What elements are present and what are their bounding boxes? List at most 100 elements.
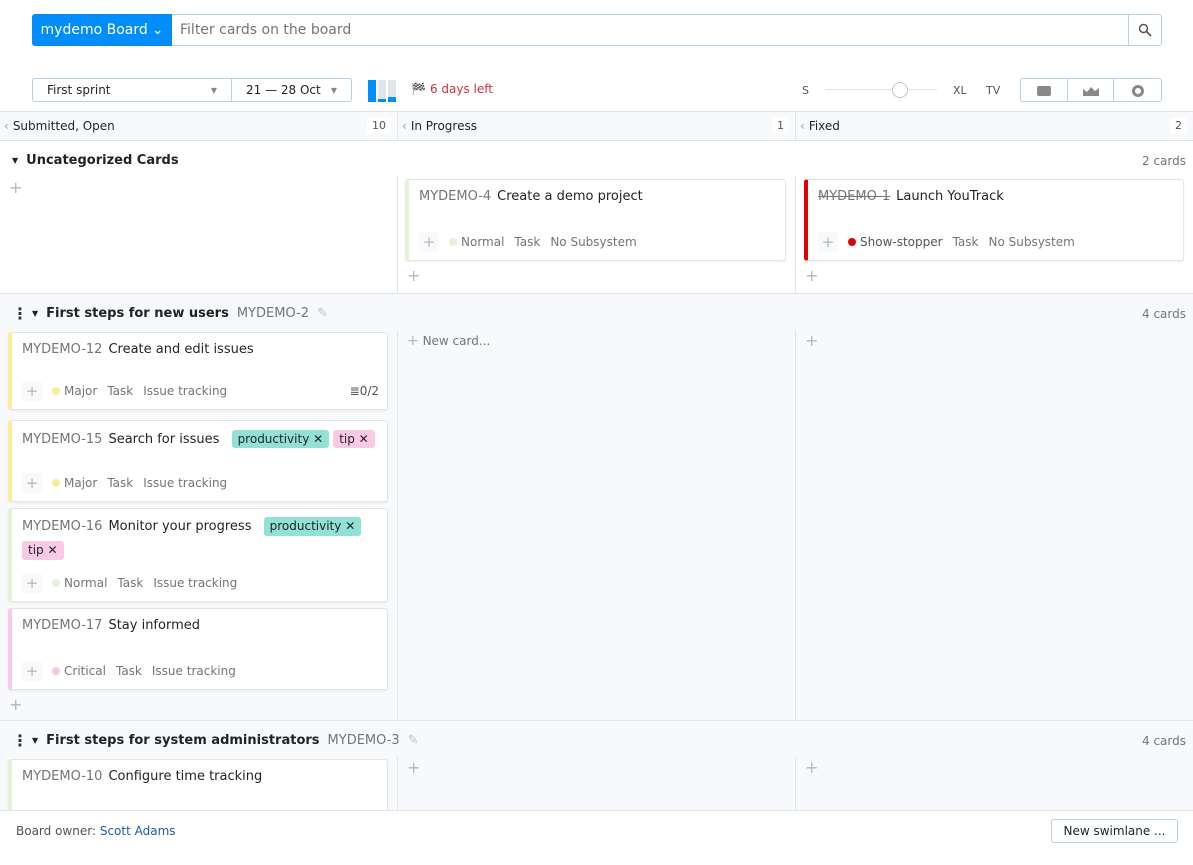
subsystem[interactable]: Issue tracking: [152, 664, 236, 678]
priority[interactable]: Critical: [52, 664, 106, 678]
sprint-dates[interactable]: 21 — 28 Oct ▼: [231, 78, 352, 102]
card-mydemo-15[interactable]: MYDEMO-15 Search for issues productivity …: [8, 420, 388, 502]
add-card-icon[interactable]: +: [9, 178, 22, 197]
card-mydemo-4[interactable]: MYDEMO-4 Create a demo project + Normal Tas…: [405, 179, 786, 261]
column-count: 1: [772, 117, 789, 134]
card-summary[interactable]: Create and edit issues: [108, 342, 253, 357]
board-selector-button[interactable]: mydemo Board ⌄: [32, 14, 172, 46]
new-swimlane-button[interactable]: New swimlane ...: [1051, 819, 1178, 843]
subsystem[interactable]: Issue tracking: [143, 476, 227, 490]
add-card-icon[interactable]: +: [9, 695, 22, 714]
card-summary[interactable]: Monitor your progress: [108, 519, 251, 534]
type[interactable]: Task: [514, 235, 540, 249]
card-id[interactable]: MYDEMO-10: [22, 769, 102, 784]
card-mydemo-17[interactable]: MYDEMO-17 Stay informed + Critical Task Issu…: [8, 608, 388, 690]
new-card-button[interactable]: + New card...: [407, 333, 490, 349]
collapse-left-icon[interactable]: ‹: [4, 119, 9, 133]
add-field-icon[interactable]: +: [22, 661, 42, 681]
tag-productivity[interactable]: productivity ✕: [263, 517, 362, 536]
add-field-icon[interactable]: +: [22, 473, 42, 493]
tag-productivity[interactable]: productivity ✕: [231, 430, 330, 448]
tag-tip[interactable]: tip ✕: [22, 541, 64, 560]
type[interactable]: Task: [116, 664, 142, 678]
add-card-icon[interactable]: +: [805, 758, 818, 777]
subsystem[interactable]: No Subsystem: [988, 235, 1074, 249]
priority-dot-icon: [52, 479, 60, 487]
card-mydemo-12[interactable]: MYDEMO-12 Create and edit issues + Major Ta…: [8, 332, 388, 410]
settings-button[interactable]: [1114, 79, 1161, 101]
priority[interactable]: Normal: [449, 235, 504, 249]
type[interactable]: Task: [953, 235, 979, 249]
card-id[interactable]: MYDEMO-1: [818, 189, 890, 204]
card-size-slider[interactable]: [825, 89, 937, 90]
card-id[interactable]: MYDEMO-16: [22, 519, 102, 534]
close-icon[interactable]: ✕: [313, 432, 323, 446]
caret-down-icon: ▼: [210, 85, 217, 95]
close-icon[interactable]: ✕: [47, 543, 57, 557]
close-icon[interactable]: ✕: [345, 519, 355, 533]
add-field-icon[interactable]: +: [818, 232, 838, 252]
add-field-icon[interactable]: +: [22, 381, 42, 401]
card-summary[interactable]: Search for issues: [108, 432, 219, 447]
chart-button[interactable]: [1068, 79, 1115, 101]
card-summary[interactable]: Create a demo project: [497, 189, 643, 204]
add-card-icon[interactable]: +: [407, 758, 420, 777]
close-icon[interactable]: ✕: [359, 432, 369, 446]
size-xl-label[interactable]: XL: [953, 84, 967, 97]
card-id[interactable]: MYDEMO-15: [22, 432, 102, 447]
swimlane-id[interactable]: MYDEMO-3: [328, 733, 400, 748]
burndown-mini-chart-icon[interactable]: [368, 80, 398, 102]
collapse-left-icon[interactable]: ‹: [800, 119, 805, 133]
add-card-icon[interactable]: +: [407, 266, 420, 285]
drag-handle-icon[interactable]: ⋮: [12, 731, 28, 750]
card-id[interactable]: MYDEMO-12: [22, 342, 102, 357]
priority[interactable]: Normal: [52, 576, 107, 590]
swimlane-header[interactable]: ▼ First steps for new users MYDEMO-2 ✎: [32, 306, 328, 321]
pencil-icon[interactable]: ✎: [408, 733, 419, 748]
priority[interactable]: Major: [52, 384, 97, 398]
board-name: mydemo Board: [40, 22, 148, 38]
backlog-button[interactable]: [1021, 79, 1068, 101]
card-mydemo-16[interactable]: MYDEMO-16 Monitor your progress productiv…: [8, 508, 388, 602]
tag-label: productivity: [269, 519, 342, 533]
column-in-progress[interactable]: ‹ In Progress 1: [398, 112, 795, 140]
card-summary[interactable]: Stay informed: [108, 618, 200, 633]
checklist[interactable]: ≣0/2: [350, 384, 379, 398]
collapse-left-icon[interactable]: ‹: [402, 119, 407, 133]
inbox-icon: [1036, 86, 1051, 96]
column-submitted-open[interactable]: ‹ Submitted, Open 10: [0, 112, 397, 140]
gear-icon: [1131, 85, 1144, 97]
card-summary[interactable]: Launch YouTrack: [896, 189, 1004, 204]
subsystem[interactable]: No Subsystem: [550, 235, 636, 249]
swimlane-uncategorized-header[interactable]: ▼ Uncategorized Cards: [12, 153, 179, 168]
drag-handle-icon[interactable]: ⋮: [12, 304, 28, 323]
swimlane-title: First steps for new users: [46, 306, 229, 321]
size-s-label[interactable]: S: [802, 84, 809, 97]
priority[interactable]: Show-stopper: [848, 235, 943, 249]
pencil-icon[interactable]: ✎: [317, 306, 328, 321]
add-field-icon[interactable]: +: [419, 232, 439, 252]
tag-tip[interactable]: tip ✕: [333, 430, 375, 448]
card-summary[interactable]: Configure time tracking: [108, 769, 262, 784]
card-id[interactable]: MYDEMO-17: [22, 618, 102, 633]
add-card-icon[interactable]: +: [805, 266, 818, 285]
type[interactable]: Task: [107, 476, 133, 490]
subsystem[interactable]: Issue tracking: [153, 576, 237, 590]
type[interactable]: Task: [107, 384, 133, 398]
search-button[interactable]: [1128, 14, 1162, 46]
add-card-icon[interactable]: +: [805, 331, 818, 350]
priority[interactable]: Major: [52, 476, 97, 490]
type[interactable]: Task: [117, 576, 143, 590]
swimlane-id[interactable]: MYDEMO-2: [237, 306, 309, 321]
column-fixed[interactable]: ‹ Fixed 2: [796, 112, 1193, 140]
search-input[interactable]: [172, 14, 1129, 46]
size-tv-label[interactable]: TV: [986, 84, 1000, 97]
slider-handle[interactable]: [892, 82, 908, 98]
subsystem[interactable]: Issue tracking: [143, 384, 227, 398]
card-mydemo-1[interactable]: MYDEMO-1 Launch YouTrack + Show-stopper Tas…: [804, 179, 1184, 261]
card-id[interactable]: MYDEMO-4: [419, 189, 491, 204]
swimlane-header[interactable]: ▼ First steps for system administrators MY…: [32, 733, 419, 748]
owner-link[interactable]: Scott Adams: [100, 824, 176, 838]
add-field-icon[interactable]: +: [22, 573, 42, 593]
sprint-select[interactable]: First sprint ▼: [32, 78, 232, 102]
